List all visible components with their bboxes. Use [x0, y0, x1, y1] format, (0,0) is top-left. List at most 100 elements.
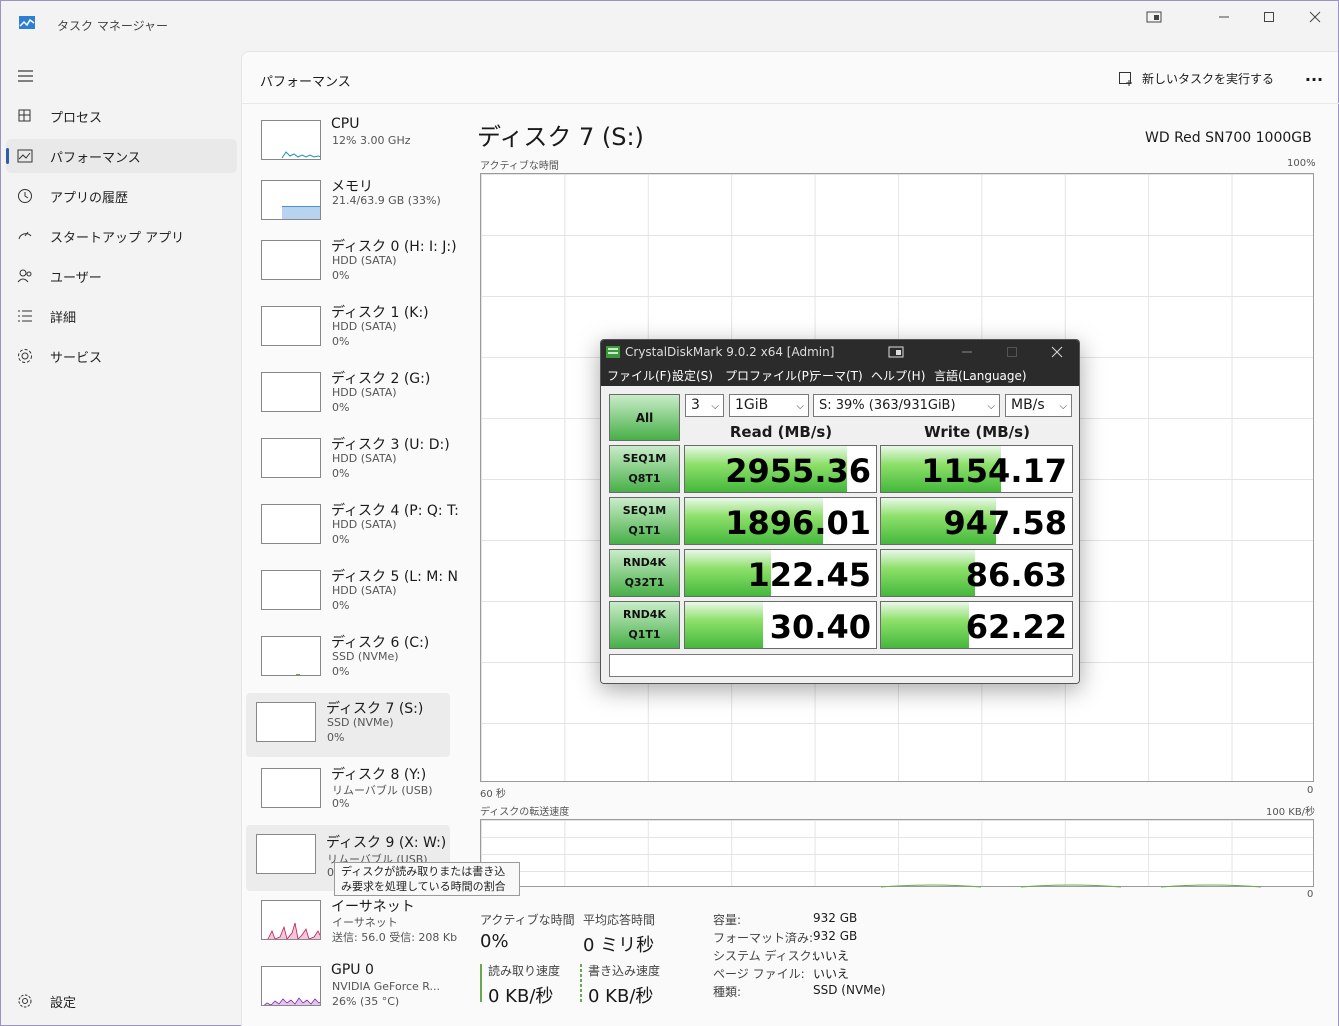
device-name: ディスク 0 (H: I: J:) [331, 239, 457, 255]
device-disk-4[interactable]: ディスク 4 (P: Q: T:) HDD (SATA) 0% [251, 498, 458, 562]
cdm-menu-profile[interactable]: プロファイル(P) [725, 367, 814, 384]
device-name: ディスク 3 (U: D:) [331, 437, 450, 453]
device-disk-6[interactable]: ディスク 6 (C:) SSD (NVMe) 0% [251, 630, 455, 694]
cdm-test-button-seq1m-q8t1[interactable]: SEQ1M Q8T1 [609, 445, 680, 493]
hamburger-menu-icon[interactable] [16, 68, 36, 84]
device-disk-1[interactable]: ディスク 1 (K:) HDD (SATA) 0% [251, 300, 455, 364]
prop-capacity-value: 932 GB [813, 911, 858, 925]
device-disk-3[interactable]: ディスク 3 (U: D:) HDD (SATA) 0% [251, 432, 455, 496]
task-manager-app-icon [19, 16, 35, 29]
device-name: ディスク 2 (G:) [331, 371, 431, 387]
cdm-test-line2: Q8T1 [628, 472, 661, 485]
graph-time-span: 60 秒 [480, 789, 506, 800]
cdm-minimize-icon[interactable] [961, 346, 973, 358]
prop-formatted-key: フォーマット済み: [713, 931, 814, 945]
sidebar-item-users[interactable]: ユーザー [6, 259, 237, 293]
cdm-test-button-rnd4k-q32t1[interactable]: RND4K Q32T1 [609, 549, 680, 597]
device-thumbnail [261, 240, 321, 280]
device-disk-7[interactable]: ディスク 7 (S:) SSD (NVMe) 0% [246, 693, 450, 757]
cdm-menu-theme[interactable]: テーマ(T) [810, 367, 863, 384]
sidebar-item-services[interactable]: サービス [6, 339, 237, 373]
sidebar-item-settings[interactable]: 設定 [6, 984, 237, 1018]
device-disk-8[interactable]: ディスク 8 (Y:) リムーバブル (USB) 0% [251, 762, 455, 826]
minimize-button[interactable] [1209, 6, 1239, 28]
cdm-result-write: 947.58 [880, 497, 1073, 545]
device-sub: リムーバブル (USB) [332, 784, 433, 797]
cdm-result-value: 30.40 [769, 608, 871, 646]
graph-transfer-max: 100 KB/秒 [1266, 807, 1316, 818]
cdm-test-button-rnd4k-q1t1[interactable]: RND4K Q1T1 [609, 601, 680, 649]
device-name: GPU 0 [331, 962, 374, 978]
details-icon [18, 310, 32, 322]
cdm-body: All 3 ⌵ 1GiB ⌵ S: 39% (363/931GiB) ⌵ MB/s ⌵ … [601, 386, 1079, 683]
cdm-app-icon [606, 346, 620, 358]
device-usage: 0% [332, 665, 350, 678]
device-usage: 0% [327, 731, 345, 744]
cdm-comment-field[interactable] [609, 654, 1073, 677]
device-sub: HDD (SATA) [332, 452, 397, 465]
sidebar-item-startup[interactable]: スタートアップ アプリ [6, 219, 237, 253]
stat-response-value: 0 ミリ秒 [583, 935, 655, 956]
cdm-close-icon[interactable] [1051, 346, 1063, 358]
device-name: ディスク 4 (P: Q: T:) [331, 503, 458, 519]
cdm-size-value: 1GiB [735, 397, 769, 413]
cdm-drive-value: S: 39% (363/931GiB) [819, 398, 956, 413]
cdm-result-write: 86.63 [880, 549, 1073, 597]
cdm-menu-file[interactable]: ファイル(F) [607, 367, 671, 384]
cdm-maximize-icon[interactable] [1006, 346, 1018, 358]
device-thumbnail [261, 900, 321, 940]
prop-system-disk-key: システム ディスク: [713, 949, 816, 963]
sidebar-item-performance[interactable]: パフォーマンス [6, 139, 237, 173]
device-disk-2[interactable]: ディスク 2 (G:) HDD (SATA) 0% [251, 366, 455, 430]
cdm-drive-select[interactable]: S: 39% (363/931GiB) ⌵ [813, 394, 1000, 417]
device-gpu-0[interactable]: GPU 0 NVIDIA GeForce R... 26% (35 °C) [251, 960, 455, 1024]
device-thumbnail [261, 306, 321, 346]
stat-read-value: 0 KB/秒 [488, 986, 554, 1007]
cdm-size-select[interactable]: 1GiB ⌵ [729, 394, 809, 417]
cdm-menu-language[interactable]: 言語(Language) [934, 367, 1027, 384]
cdm-test-button-seq1m-q1t1[interactable]: SEQ1M Q1T1 [609, 497, 680, 545]
sidebar-item-app-history[interactable]: アプリの履歴 [6, 179, 237, 213]
device-memory[interactable]: メモリ 21.4/63.9 GB (33%) [251, 174, 455, 238]
cdm-test-line1: SEQ1M [622, 452, 667, 465]
run-new-task-label: 新しいタスクを実行する [1142, 72, 1275, 86]
stat-response-label: 平均応答時間 [583, 913, 656, 927]
performance-icon [17, 149, 33, 163]
device-name: CPU [331, 116, 360, 132]
title-bar: タスク マネージャー [0, 0, 1339, 50]
close-button[interactable] [1300, 6, 1330, 28]
sidebar-item-details[interactable]: 詳細 [6, 299, 237, 333]
device-disk-5[interactable]: ディスク 5 (L: M: N: O:) HDD (SATA) 0% [251, 564, 458, 628]
minimize-icon [1219, 16, 1229, 18]
graph-transfer-min: 0 [1307, 889, 1314, 900]
device-ethernet[interactable]: イーサネット イーサネット 送信: 56.0 受信: 208 Kb [251, 894, 457, 958]
prop-system-disk-value: いいえ [813, 949, 850, 963]
maximize-button[interactable] [1254, 6, 1284, 28]
graph-active-time-label: アクティブな時間 [480, 161, 559, 172]
compact-mode-button[interactable] [1139, 6, 1169, 28]
cdm-count-select[interactable]: 3 ⌵ [685, 394, 724, 417]
cdm-result-value: 62.22 [965, 608, 1067, 646]
cdm-result-read: 2955.36 [684, 445, 877, 493]
sidebar-item-processes[interactable]: プロセス [6, 99, 237, 133]
cdm-test-line1: SEQ1M [622, 504, 667, 517]
cdm-all-button[interactable]: All [609, 394, 680, 441]
cdm-menu-settings[interactable]: 設定(S) [672, 367, 713, 384]
device-name: ディスク 6 (C:) [331, 635, 430, 651]
cdm-menu-bar: ファイル(F) 設定(S) プロファイル(P) テーマ(T) ヘルプ(H) 言語… [601, 364, 1079, 386]
cdm-compact-icon[interactable] [888, 346, 904, 358]
device-cpu[interactable]: CPU 12% 3.00 GHz [251, 114, 455, 178]
cdm-test-line2: Q1T1 [628, 628, 661, 641]
cdm-menu-help[interactable]: ヘルプ(H) [871, 367, 925, 384]
device-thumbnail [261, 120, 321, 160]
device-sub: NVIDIA GeForce R... [332, 980, 441, 993]
new-task-icon [1119, 71, 1132, 86]
device-name: ディスク 9 (X: W:) [326, 835, 447, 851]
more-options-button[interactable]: ... [1302, 66, 1326, 90]
device-disk-0[interactable]: ディスク 0 (H: I: J:) HDD (SATA) 0% [251, 234, 457, 298]
device-thumbnail [261, 438, 321, 478]
history-icon [18, 189, 32, 203]
run-new-task-button[interactable]: 新しいタスクを実行する [1118, 70, 1274, 87]
cdm-unit-select[interactable]: MB/s ⌵ [1005, 394, 1072, 417]
tooltip: ディスクが読み取りまたは書き込み要求を処理している時間の割合 [334, 862, 520, 896]
